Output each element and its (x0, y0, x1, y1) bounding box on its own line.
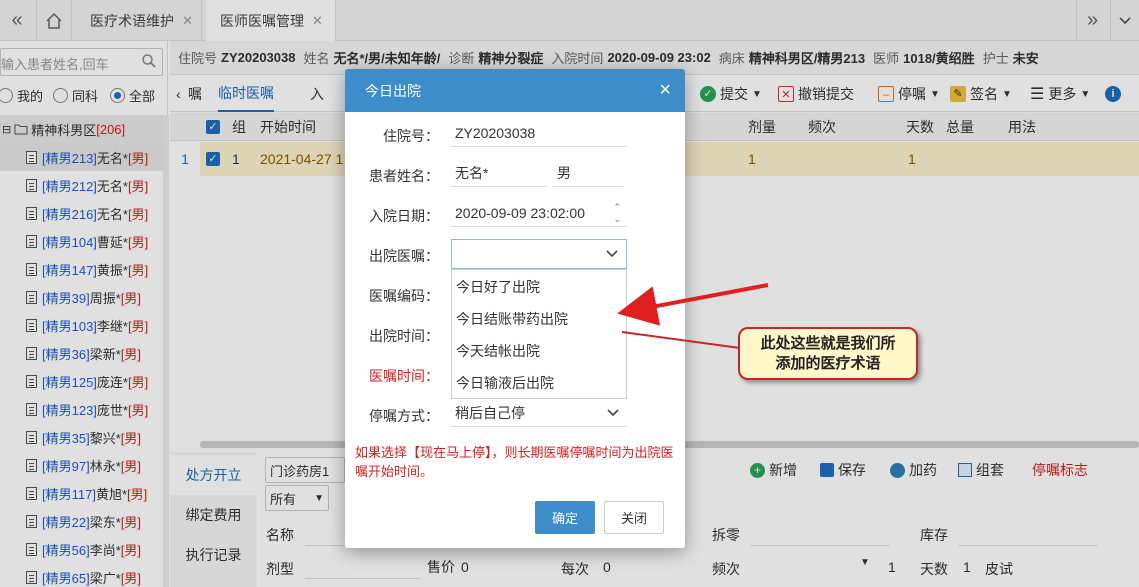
annotation-arrows (617, 283, 769, 349)
callout-line-2: 添加的医疗术语 (775, 355, 881, 372)
callout-line-1: 此处这些就是我们所 (760, 335, 896, 352)
callout-pointer (621, 331, 741, 349)
arrow-icon (617, 283, 769, 326)
annotation-callout: 此处这些就是我们所 添加的医疗术语 (738, 327, 918, 380)
